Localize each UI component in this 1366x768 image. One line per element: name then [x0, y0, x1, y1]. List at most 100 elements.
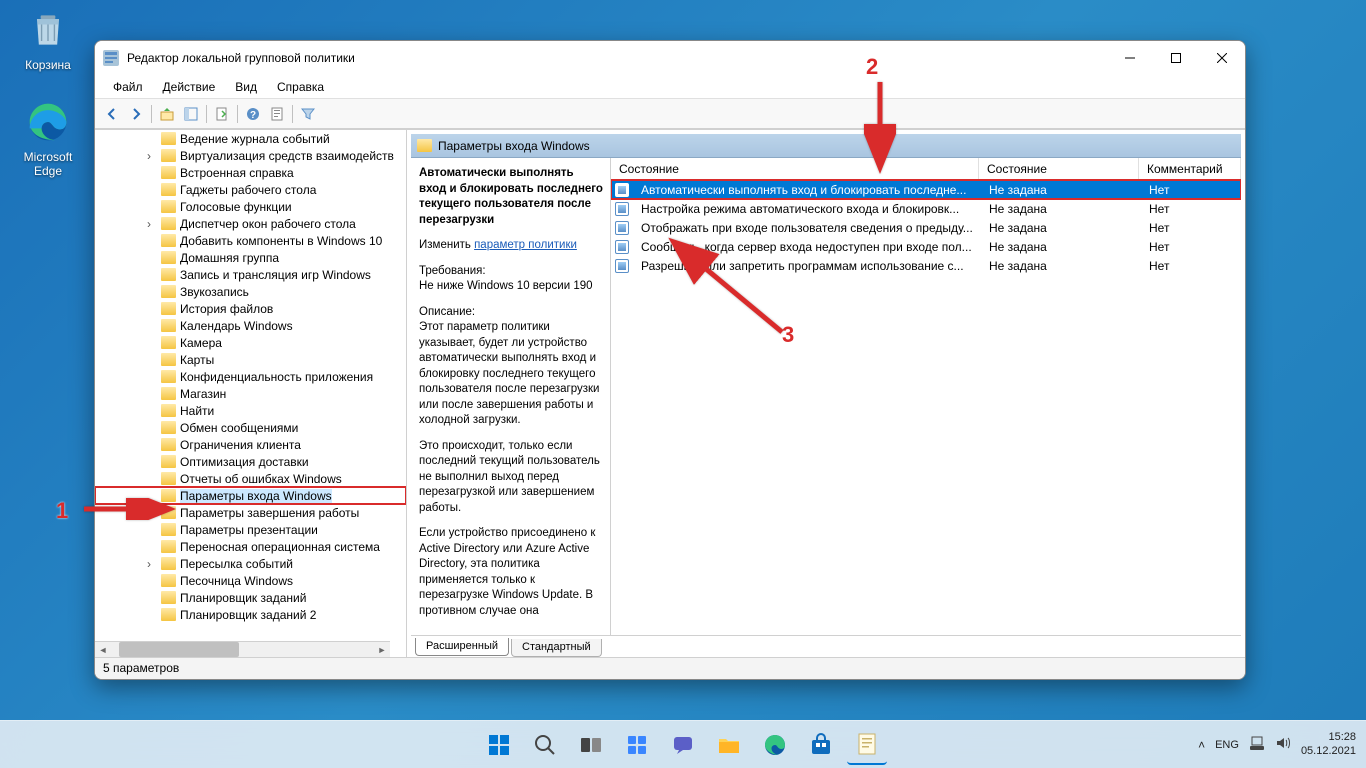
tree-item[interactable]: Камера [95, 334, 406, 351]
tree-item[interactable]: Планировщик заданий [95, 589, 406, 606]
tree-item[interactable]: История файлов [95, 300, 406, 317]
tree-item[interactable]: Ограничения клиента [95, 436, 406, 453]
tree-item[interactable]: Планировщик заданий 2 [95, 606, 406, 623]
tree-item[interactable]: Найти [95, 402, 406, 419]
cell-comment: Нет [1141, 202, 1241, 216]
tree-item[interactable]: Конфиденциальность приложения [95, 368, 406, 385]
toolbar: ? [95, 99, 1245, 129]
tray-network-icon[interactable] [1249, 735, 1265, 754]
maximize-button[interactable] [1153, 41, 1199, 75]
description-p3: Если устройство присоединено к Active Di… [419, 526, 604, 619]
up-button[interactable] [156, 103, 178, 125]
tree-item[interactable]: Добавить компоненты в Windows 10 [95, 232, 406, 249]
tree-item-label: Отчеты об ошибках Windows [180, 472, 342, 486]
minimize-button[interactable] [1107, 41, 1153, 75]
menu-view[interactable]: Вид [225, 78, 267, 96]
folder-icon [161, 132, 176, 145]
col-header-comment[interactable]: Комментарий [1139, 158, 1241, 179]
tree-item[interactable]: Магазин [95, 385, 406, 402]
tray-volume-icon[interactable] [1275, 735, 1291, 754]
tree-item[interactable]: Карты [95, 351, 406, 368]
tray-clock[interactable]: 15:28 05.12.2021 [1301, 731, 1356, 757]
task-view-button[interactable] [571, 725, 611, 765]
edge-icon [24, 98, 72, 146]
list-header: Состояние Состояние Комментарий [611, 158, 1241, 180]
tree-item[interactable]: Ведение журнала событий [95, 130, 406, 147]
tree-item[interactable]: Запись и трансляция игр Windows [95, 266, 406, 283]
tree-item-label: Календарь Windows [180, 319, 293, 333]
tree-item[interactable]: Домашняя группа [95, 249, 406, 266]
search-button[interactable] [525, 725, 565, 765]
col-header-name[interactable]: Состояние [611, 158, 979, 179]
recycle-bin-icon [24, 6, 72, 54]
menu-action[interactable]: Действие [153, 78, 226, 96]
tree-item[interactable]: Голосовые функции [95, 198, 406, 215]
tree-item-label: Планировщик заданий 2 [180, 608, 316, 622]
forward-button[interactable] [125, 103, 147, 125]
tree-item[interactable]: Гаджеты рабочего стола [95, 181, 406, 198]
policy-title: Автоматически выполнять вход и блокирова… [419, 166, 604, 228]
tree-item[interactable]: Встроенная справка [95, 164, 406, 181]
filter-button[interactable] [297, 103, 319, 125]
folder-icon [161, 149, 176, 162]
cell-state: Не задана [981, 259, 1141, 273]
policy-icon [615, 240, 629, 254]
store-button[interactable] [801, 725, 841, 765]
folder-icon [161, 370, 176, 383]
tree-item[interactable]: Отчеты об ошибках Windows [95, 470, 406, 487]
tree-item-label: Пересылка событий [180, 557, 293, 571]
desktop-icon-edge[interactable]: Microsoft Edge [10, 98, 86, 179]
menu-file[interactable]: Файл [103, 78, 153, 96]
description-p2: Это происходит, только если последний те… [419, 439, 604, 517]
tray-language[interactable]: ENG [1215, 739, 1239, 751]
back-button[interactable] [101, 103, 123, 125]
tree-item[interactable]: Пересылка событий [95, 555, 406, 572]
menu-help[interactable]: Справка [267, 78, 334, 96]
description-p1: Этот параметр политики указывает, будет … [419, 320, 604, 429]
desktop-icon-label: Microsoft Edge [10, 150, 86, 179]
folder-icon [161, 540, 176, 553]
taskbar: ˄ ENG 15:28 05.12.2021 [0, 720, 1366, 768]
close-button[interactable] [1199, 41, 1245, 75]
tree-item-label: Домашняя группа [180, 251, 279, 265]
tree-item[interactable]: Оптимизация доставки [95, 453, 406, 470]
folder-icon [161, 302, 176, 315]
tree-item-label: Ведение журнала событий [180, 132, 330, 146]
edit-policy-link[interactable]: параметр политики [474, 239, 577, 251]
show-hide-tree-button[interactable] [180, 103, 202, 125]
folder-icon [161, 421, 176, 434]
widgets-button[interactable] [617, 725, 657, 765]
tray-time: 15:28 [1301, 731, 1356, 744]
start-button[interactable] [479, 725, 519, 765]
explorer-button[interactable] [709, 725, 749, 765]
tree-item[interactable]: Календарь Windows [95, 317, 406, 334]
tree-item-label: История файлов [180, 302, 273, 316]
gpedit-taskbar-button[interactable] [847, 725, 887, 765]
chat-button[interactable] [663, 725, 703, 765]
cell-comment: Нет [1141, 240, 1241, 254]
tree-item[interactable]: Виртуализация средств взаимодейств [95, 147, 406, 164]
tab-extended[interactable]: Расширенный [415, 638, 509, 656]
description-label: Описание: [419, 305, 604, 321]
tree-hscrollbar[interactable]: ◄► [95, 641, 390, 657]
titlebar[interactable]: Редактор локальной групповой политики [95, 41, 1245, 75]
properties-button[interactable] [266, 103, 288, 125]
tree-item-label: Ограничения клиента [180, 438, 301, 452]
folder-icon [161, 200, 176, 213]
list-row[interactable]: Автоматически выполнять вход и блокирова… [611, 180, 1241, 199]
tab-standard[interactable]: Стандартный [511, 639, 602, 657]
tree-item-label: Найти [180, 404, 214, 418]
tree-item[interactable]: Обмен сообщениями [95, 419, 406, 436]
tree-scroll[interactable]: Ведение журнала событийВиртуализация сре… [95, 130, 406, 641]
col-header-state[interactable]: Состояние [979, 158, 1139, 179]
help-button[interactable]: ? [242, 103, 264, 125]
export-button[interactable] [211, 103, 233, 125]
tree-item[interactable]: Звукозапись [95, 283, 406, 300]
tree-item[interactable]: Диспетчер окон рабочего стола [95, 215, 406, 232]
edge-taskbar-button[interactable] [755, 725, 795, 765]
tray-chevron-icon[interactable]: ˄ [1198, 738, 1205, 752]
desktop-icon-recycle-bin[interactable]: Корзина [10, 6, 86, 72]
list-row[interactable]: Настройка режима автоматического входа и… [611, 199, 1241, 218]
tree-item[interactable]: Песочница Windows [95, 572, 406, 589]
tree-item[interactable]: Переносная операционная система [95, 538, 406, 555]
